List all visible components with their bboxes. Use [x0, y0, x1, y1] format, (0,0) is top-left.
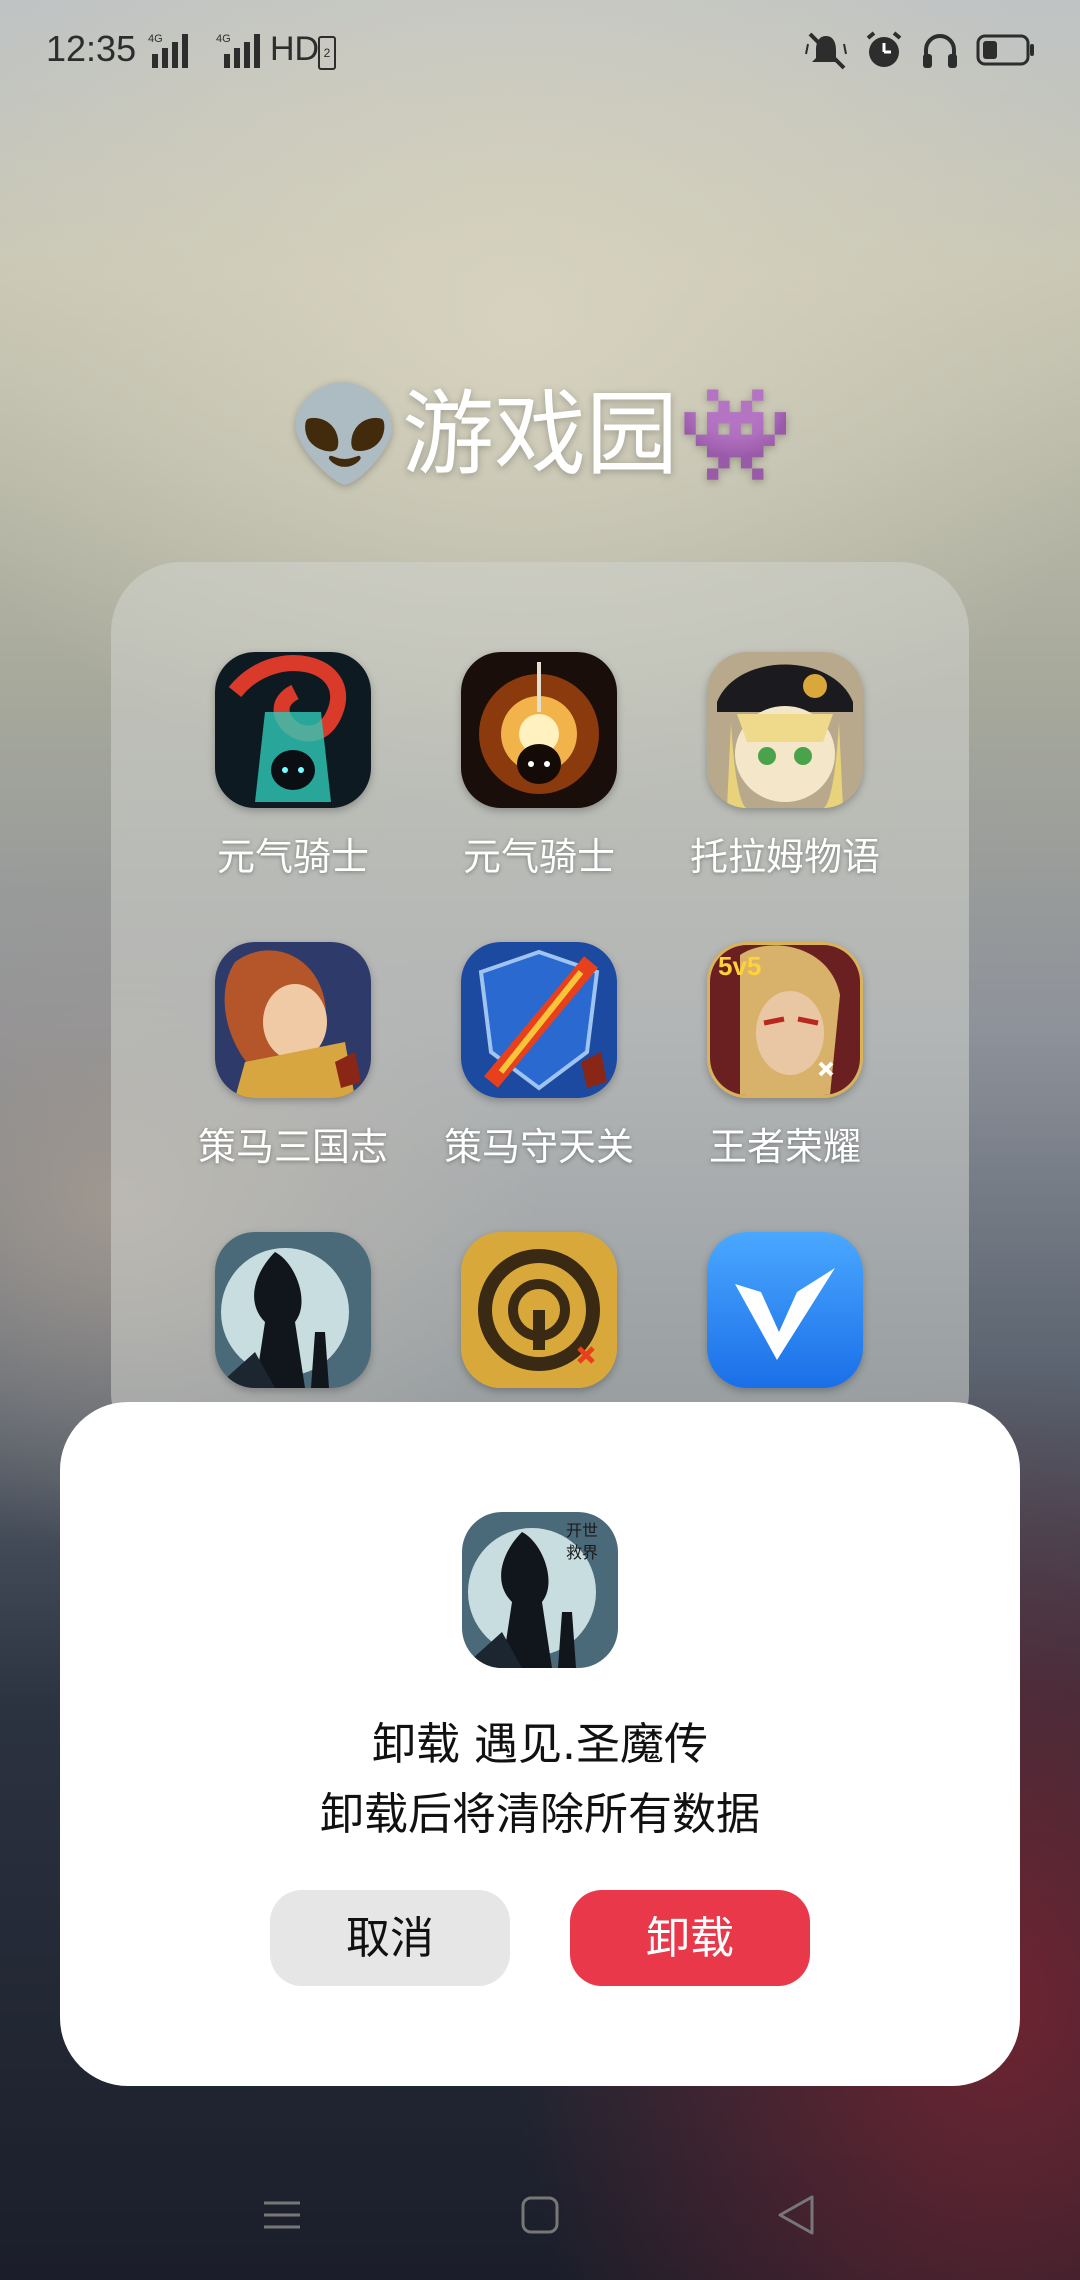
soul-knight-icon	[215, 652, 371, 808]
headphones-icon	[923, 34, 957, 68]
app-label: 托拉姆物语	[689, 835, 880, 879]
hd-sub-label: 2	[318, 36, 336, 70]
blue-v-app-icon	[707, 1232, 863, 1388]
toram-online-icon	[707, 652, 863, 808]
uninstall-button[interactable]: 卸载	[570, 1890, 810, 1986]
uninstall-dialog: 开世 救界 卸载 遇见.圣魔传 卸载后将清除所有数据 取消 卸载	[60, 1402, 1020, 2086]
signal-strength-icon: 4G	[148, 33, 188, 68]
signal-strength-2-icon: 4G	[216, 33, 260, 68]
app-cema-shoutianguan[interactable]: 策马守天关	[419, 942, 659, 1171]
menu-icon	[264, 2201, 300, 2229]
navigation-bar	[0, 2180, 1080, 2250]
soul-knight-alt-icon	[461, 652, 617, 808]
app-cema-sanguo[interactable]: 策马三国志	[173, 942, 413, 1171]
cancel-button[interactable]: 取消	[270, 1890, 510, 1986]
signal2-label: 4G	[216, 33, 231, 45]
dialog-message: 卸载后将清除所有数据	[320, 1789, 760, 1840]
dialog-icon-text-2: 救界	[566, 1543, 598, 1562]
svg-text:5v5: 5v5	[718, 951, 761, 981]
menu-button[interactable]	[242, 2180, 322, 2250]
status-bar: 12:35 4G 4G HD 2	[0, 0, 1080, 110]
app-gold-target[interactable]	[419, 1232, 659, 1406]
status-time: 12:35	[46, 28, 137, 69]
yujian-shengmozhuan-icon: 开世 救界	[462, 1512, 618, 1668]
app-label: 王者荣耀	[708, 1125, 861, 1169]
hd-label: HD	[270, 30, 320, 68]
alarm-icon	[866, 31, 902, 67]
app-label: 策马三国志	[197, 1125, 388, 1169]
dialog-icon-text-1: 开世	[566, 1521, 598, 1540]
honor-of-kings-icon: 5v5	[707, 942, 863, 1098]
app-blue-v[interactable]	[665, 1232, 905, 1406]
app-label: 策马守天关	[443, 1125, 634, 1169]
gold-target-app-icon	[461, 1232, 617, 1388]
home-button[interactable]	[500, 2180, 580, 2250]
app-soul-knight-2[interactable]: 元气骑士	[419, 652, 659, 881]
folder-title[interactable]: 👽游戏园👾	[0, 360, 1080, 493]
app-yujian-shengmozhuan[interactable]	[173, 1232, 413, 1406]
app-soul-knight[interactable]: 元气骑士	[173, 652, 413, 881]
back-button[interactable]	[756, 2180, 836, 2250]
dialog-title: 卸载 遇见.圣魔传	[372, 1719, 708, 1770]
battery-icon	[976, 34, 1034, 66]
back-icon	[778, 2195, 814, 2235]
cema-sanguo-icon	[215, 942, 371, 1098]
app-toram-online[interactable]: 托拉姆物语	[665, 652, 905, 881]
yujian-shengmozhuan-icon	[215, 1232, 371, 1388]
signal1-label: 4G	[148, 33, 163, 45]
app-honor-of-kings[interactable]: 5v5 王者荣耀	[665, 942, 905, 1171]
app-label: 元气骑士	[462, 835, 615, 879]
home-icon	[521, 2196, 559, 2234]
app-label: 元气骑士	[216, 835, 369, 879]
cema-shoutianguan-icon	[461, 942, 617, 1098]
mute-icon	[805, 32, 847, 70]
